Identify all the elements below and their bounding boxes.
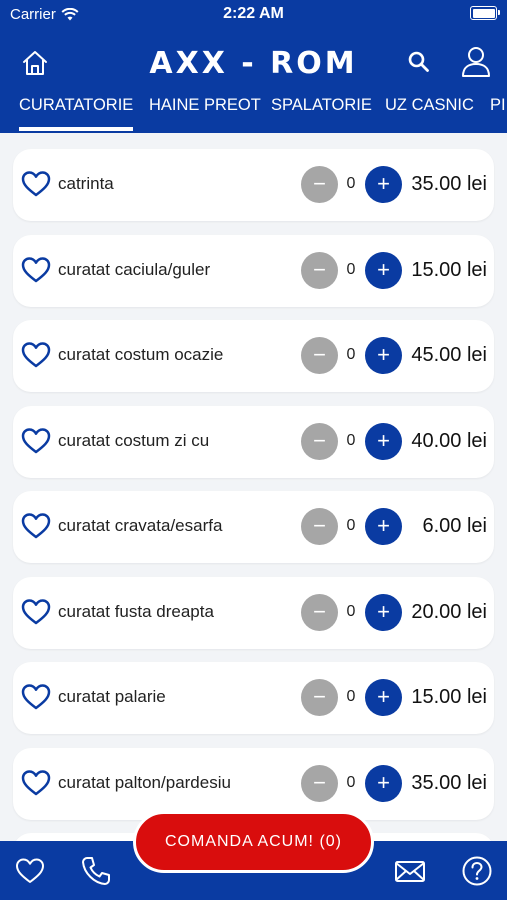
heart-icon[interactable] (21, 683, 51, 711)
clock: 2:22 AM (223, 5, 284, 22)
tab-partial[interactable]: PI (490, 96, 506, 115)
increase-button[interactable]: + (365, 166, 402, 203)
decrease-button[interactable]: − (301, 337, 338, 374)
help-icon[interactable] (461, 855, 493, 887)
app-header: Carrier 2:22 AM AXX - ROM CURATATORIE HA (0, 0, 507, 133)
increase-button[interactable]: + (365, 252, 402, 289)
product-price: 35.00 lei (411, 173, 487, 195)
heart-icon[interactable] (21, 256, 51, 284)
heart-icon[interactable] (21, 170, 51, 198)
increase-button[interactable]: + (365, 679, 402, 716)
increase-button[interactable]: + (365, 508, 402, 545)
product-card: catrinta − 0 + 35.00 lei (13, 149, 494, 221)
product-card: curatat palton/pardesiu − 0 + 35.00 lei (13, 748, 494, 820)
product-name: curatat palarie (58, 687, 166, 706)
quantity-value: 0 (346, 261, 356, 278)
decrease-button[interactable]: − (301, 594, 338, 631)
decrease-button[interactable]: − (301, 166, 338, 203)
quantity-value: 0 (346, 688, 356, 705)
mail-icon[interactable] (394, 855, 426, 887)
product-card: curatat palarie − 0 + 15.00 lei (13, 662, 494, 734)
product-name: curatat caciula/guler (58, 260, 211, 279)
product-card: curatat costum zi cu − 0 + 40.00 lei (13, 406, 494, 478)
search-icon[interactable] (405, 48, 433, 76)
heart-icon[interactable] (21, 598, 51, 626)
tab-spalatorie[interactable]: SPALATORIE (271, 96, 372, 115)
heart-icon[interactable] (21, 769, 51, 797)
product-name: curatat fusta dreapta (58, 602, 214, 621)
quantity-value: 0 (346, 175, 356, 192)
product-price: 15.00 lei (411, 686, 487, 708)
top-bar: AXX - ROM (0, 40, 507, 86)
decrease-button[interactable]: − (301, 252, 338, 289)
quantity-value: 0 (346, 432, 356, 449)
increase-button[interactable]: + (365, 765, 402, 802)
tab-curatatorie[interactable]: CURATATORIE (19, 96, 134, 131)
tab-haine-preot[interactable]: HAINE PREOT (149, 96, 261, 115)
product-card: curatat costum ocazie − 0 + 45.00 lei (13, 320, 494, 392)
heart-icon[interactable] (14, 855, 46, 887)
heart-icon[interactable] (21, 512, 51, 540)
decrease-button[interactable]: − (301, 508, 338, 545)
product-price: 6.00 lei (422, 515, 488, 537)
product-name: curatat palton/pardesiu (58, 773, 231, 792)
product-list[interactable]: catrinta − 0 + 35.00 lei curatat caciula… (0, 133, 507, 841)
product-name: curatat costum zi cu (58, 431, 210, 450)
battery-icon (470, 6, 500, 20)
quantity-value: 0 (346, 517, 356, 534)
decrease-button[interactable]: − (301, 765, 338, 802)
quantity-value: 0 (346, 774, 356, 791)
tab-uz-casnic[interactable]: UZ CASNIC (385, 96, 474, 115)
product-price: 20.00 lei (411, 601, 487, 623)
order-now-button[interactable]: COMANDA ACUM! (0) (133, 811, 374, 873)
category-tabs: CURATATORIE HAINE PREOT SPALATORIE UZ CA… (0, 92, 507, 133)
status-bar: Carrier 2:22 AM (0, 0, 507, 28)
increase-button[interactable]: + (365, 594, 402, 631)
quantity-value: 0 (346, 346, 356, 363)
product-price: 45.00 lei (411, 344, 487, 366)
product-card: curatat caciula/guler − 0 + 15.00 lei (13, 235, 494, 307)
heart-icon[interactable] (21, 427, 51, 455)
increase-button[interactable]: + (365, 423, 402, 460)
product-name: curatat costum ocazie (58, 345, 224, 364)
product-card: curatat fusta dreapta − 0 + 20.00 lei (13, 577, 494, 649)
product-name: catrinta (58, 174, 114, 193)
decrease-button[interactable]: − (301, 679, 338, 716)
user-icon[interactable] (459, 44, 493, 78)
product-card: curatat cravata/esarfa − 0 + 6.00 lei (13, 491, 494, 563)
phone-icon[interactable] (80, 855, 112, 887)
increase-button[interactable]: + (365, 337, 402, 374)
quantity-value: 0 (346, 603, 356, 620)
product-price: 35.00 lei (411, 772, 487, 794)
product-price: 15.00 lei (411, 259, 487, 281)
product-price: 40.00 lei (411, 430, 487, 452)
product-name: curatat cravata/esarfa (58, 516, 223, 535)
heart-icon[interactable] (21, 341, 51, 369)
decrease-button[interactable]: − (301, 423, 338, 460)
